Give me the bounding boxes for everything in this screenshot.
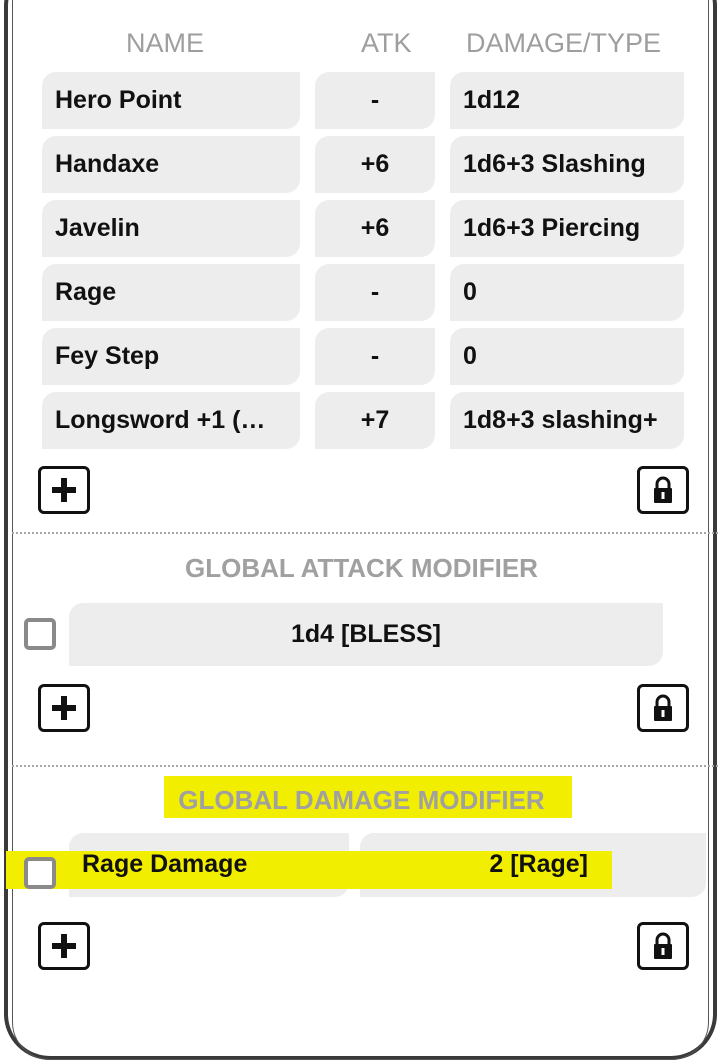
attack-name-cell[interactable]: Longsword +1 (… (42, 392, 300, 449)
lock-icon (654, 932, 672, 959)
global-attack-modifier-checkbox[interactable] (24, 618, 56, 650)
attack-name-cell[interactable]: Hero Point (42, 72, 300, 129)
plus-icon (52, 696, 76, 720)
damage-type-cell[interactable]: 1d12 (450, 72, 684, 129)
attack-name-cell[interactable]: Rage (42, 264, 300, 321)
global-damage-modifier-checkbox[interactable] (24, 857, 56, 889)
plus-icon (52, 478, 76, 502)
attack-bonus-cell[interactable]: +7 (315, 392, 435, 449)
global-damage-modifier-title: GLOBAL DAMAGE MODIFIER (178, 785, 545, 815)
attack-bonus-cell[interactable]: - (315, 264, 435, 321)
add-damage-modifier-button[interactable] (38, 922, 90, 970)
header-damage-type: DAMAGE/TYPE (466, 28, 662, 58)
lock-attacks-button[interactable] (637, 466, 689, 514)
damage-type-cell[interactable]: 0 (450, 328, 684, 385)
add-attack-modifier-button[interactable] (38, 684, 90, 732)
damage-type-cell[interactable]: 1d8+3 slashing+ (450, 392, 684, 449)
damage-type-cell[interactable]: 1d6+3 Piercing (450, 200, 684, 257)
add-attack-button[interactable] (38, 466, 90, 514)
attack-name-cell[interactable]: Javelin (42, 200, 300, 257)
header-name: NAME (126, 28, 205, 58)
global-attack-modifier-title: GLOBAL ATTACK MODIFIER (185, 553, 538, 583)
damage-type-cell[interactable]: 0 (450, 264, 684, 321)
attack-name-cell[interactable]: Handaxe (42, 136, 300, 193)
section-divider (12, 765, 718, 767)
attack-bonus-cell[interactable]: - (315, 72, 435, 129)
lock-attack-modifiers-button[interactable] (637, 684, 689, 732)
damage-modifier-value[interactable]: 2 [Rage] (360, 850, 588, 879)
header-atk: ATK (361, 28, 412, 58)
damage-type-cell[interactable]: 1d6+3 Slashing (450, 136, 684, 193)
lock-icon (654, 476, 672, 503)
global-attack-modifier-value[interactable]: 1d4 [BLESS] (69, 603, 663, 666)
lock-icon (654, 694, 672, 721)
attack-bonus-cell[interactable]: +6 (315, 200, 435, 257)
plus-icon (52, 934, 76, 958)
section-divider (12, 532, 718, 534)
damage-modifier-name[interactable]: Rage Damage (82, 850, 247, 879)
attack-bonus-cell[interactable]: +6 (315, 136, 435, 193)
attack-bonus-cell[interactable]: - (315, 328, 435, 385)
lock-damage-modifiers-button[interactable] (637, 922, 689, 970)
attack-name-cell[interactable]: Fey Step (42, 328, 300, 385)
